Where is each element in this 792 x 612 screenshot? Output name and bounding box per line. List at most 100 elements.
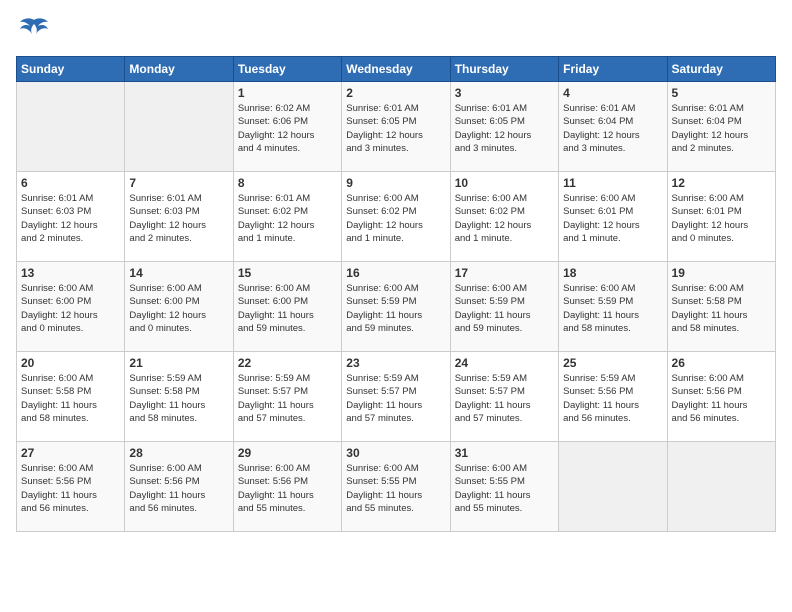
calendar-cell: 9 Sunrise: 6:00 AM Sunset: 6:02 PM Daylig…: [342, 172, 450, 262]
day-number: 2: [346, 86, 445, 100]
calendar-cell: 6 Sunrise: 6:01 AM Sunset: 6:03 PM Daylig…: [17, 172, 125, 262]
cell-content: Sunrise: 6:00 AM Sunset: 6:02 PM Dayligh…: [346, 192, 445, 245]
cell-content: Sunrise: 5:59 AM Sunset: 5:56 PM Dayligh…: [563, 372, 662, 425]
calendar-cell: 15 Sunrise: 6:00 AM Sunset: 6:00 PM Dayli…: [233, 262, 341, 352]
day-number: 20: [21, 356, 120, 370]
calendar-cell: 3 Sunrise: 6:01 AM Sunset: 6:05 PM Daylig…: [450, 82, 558, 172]
day-number: 28: [129, 446, 228, 460]
calendar-cell: 4 Sunrise: 6:01 AM Sunset: 6:04 PM Daylig…: [559, 82, 667, 172]
cell-content: Sunrise: 6:01 AM Sunset: 6:03 PM Dayligh…: [129, 192, 228, 245]
cell-content: Sunrise: 6:01 AM Sunset: 6:04 PM Dayligh…: [672, 102, 771, 155]
calendar-table: SundayMondayTuesdayWednesdayThursdayFrid…: [16, 56, 776, 532]
cell-content: Sunrise: 6:02 AM Sunset: 6:06 PM Dayligh…: [238, 102, 337, 155]
day-number: 15: [238, 266, 337, 280]
cell-content: Sunrise: 6:01 AM Sunset: 6:03 PM Dayligh…: [21, 192, 120, 245]
calendar-cell: [17, 82, 125, 172]
page-header: [16, 16, 776, 44]
col-header-saturday: Saturday: [667, 57, 775, 82]
calendar-cell: 31 Sunrise: 6:00 AM Sunset: 5:55 PM Dayli…: [450, 442, 558, 532]
cell-content: Sunrise: 5:59 AM Sunset: 5:57 PM Dayligh…: [455, 372, 554, 425]
calendar-cell: 27 Sunrise: 6:00 AM Sunset: 5:56 PM Dayli…: [17, 442, 125, 532]
day-number: 19: [672, 266, 771, 280]
calendar-cell: 30 Sunrise: 6:00 AM Sunset: 5:55 PM Dayli…: [342, 442, 450, 532]
calendar-cell: 28 Sunrise: 6:00 AM Sunset: 5:56 PM Dayli…: [125, 442, 233, 532]
day-number: 21: [129, 356, 228, 370]
day-number: 14: [129, 266, 228, 280]
col-header-monday: Monday: [125, 57, 233, 82]
day-number: 3: [455, 86, 554, 100]
calendar-cell: 1 Sunrise: 6:02 AM Sunset: 6:06 PM Daylig…: [233, 82, 341, 172]
day-number: 6: [21, 176, 120, 190]
day-number: 7: [129, 176, 228, 190]
cell-content: Sunrise: 6:00 AM Sunset: 5:58 PM Dayligh…: [672, 282, 771, 335]
cell-content: Sunrise: 6:01 AM Sunset: 6:05 PM Dayligh…: [455, 102, 554, 155]
cell-content: Sunrise: 6:00 AM Sunset: 5:56 PM Dayligh…: [21, 462, 120, 515]
cell-content: Sunrise: 6:00 AM Sunset: 6:01 PM Dayligh…: [672, 192, 771, 245]
cell-content: Sunrise: 6:00 AM Sunset: 5:55 PM Dayligh…: [455, 462, 554, 515]
cell-content: Sunrise: 6:00 AM Sunset: 6:01 PM Dayligh…: [563, 192, 662, 245]
cell-content: Sunrise: 6:00 AM Sunset: 5:59 PM Dayligh…: [346, 282, 445, 335]
calendar-cell: 29 Sunrise: 6:00 AM Sunset: 5:56 PM Dayli…: [233, 442, 341, 532]
cell-content: Sunrise: 6:00 AM Sunset: 5:56 PM Dayligh…: [672, 372, 771, 425]
day-number: 12: [672, 176, 771, 190]
calendar-cell: 21 Sunrise: 5:59 AM Sunset: 5:58 PM Dayli…: [125, 352, 233, 442]
calendar-cell: 18 Sunrise: 6:00 AM Sunset: 5:59 PM Dayli…: [559, 262, 667, 352]
calendar-cell: 26 Sunrise: 6:00 AM Sunset: 5:56 PM Dayli…: [667, 352, 775, 442]
calendar-cell: 10 Sunrise: 6:00 AM Sunset: 6:02 PM Dayli…: [450, 172, 558, 262]
calendar-cell: 8Sunrise: 6:01 AM Sunset: 6:02 PM Daylig…: [233, 172, 341, 262]
calendar-cell: 24Sunrise: 5:59 AM Sunset: 5:57 PM Dayli…: [450, 352, 558, 442]
day-number: 23: [346, 356, 445, 370]
day-number: 30: [346, 446, 445, 460]
logo: [16, 16, 56, 44]
calendar-cell: 5 Sunrise: 6:01 AM Sunset: 6:04 PM Daylig…: [667, 82, 775, 172]
day-number: 9: [346, 176, 445, 190]
cell-content: Sunrise: 5:59 AM Sunset: 5:58 PM Dayligh…: [129, 372, 228, 425]
day-number: 11: [563, 176, 662, 190]
calendar-cell: [559, 442, 667, 532]
day-number: 31: [455, 446, 554, 460]
cell-content: Sunrise: 6:00 AM Sunset: 5:59 PM Dayligh…: [455, 282, 554, 335]
day-number: 17: [455, 266, 554, 280]
cell-content: Sunrise: 6:01 AM Sunset: 6:02 PM Dayligh…: [238, 192, 337, 245]
day-number: 29: [238, 446, 337, 460]
calendar-cell: 11 Sunrise: 6:00 AM Sunset: 6:01 PM Dayli…: [559, 172, 667, 262]
calendar-cell: [125, 82, 233, 172]
calendar-cell: 14 Sunrise: 6:00 AM Sunset: 6:00 PM Dayli…: [125, 262, 233, 352]
day-number: 10: [455, 176, 554, 190]
day-number: 27: [21, 446, 120, 460]
calendar-cell: 20Sunrise: 6:00 AM Sunset: 5:58 PM Dayli…: [17, 352, 125, 442]
day-number: 18: [563, 266, 662, 280]
cell-content: Sunrise: 6:00 AM Sunset: 6:02 PM Dayligh…: [455, 192, 554, 245]
day-number: 5: [672, 86, 771, 100]
cell-content: Sunrise: 6:00 AM Sunset: 6:00 PM Dayligh…: [21, 282, 120, 335]
cell-content: Sunrise: 6:00 AM Sunset: 6:00 PM Dayligh…: [238, 282, 337, 335]
day-number: 13: [21, 266, 120, 280]
col-header-sunday: Sunday: [17, 57, 125, 82]
col-header-tuesday: Tuesday: [233, 57, 341, 82]
calendar-cell: 22 Sunrise: 5:59 AM Sunset: 5:57 PM Dayli…: [233, 352, 341, 442]
logo-icon: [16, 16, 52, 44]
cell-content: Sunrise: 6:00 AM Sunset: 5:56 PM Dayligh…: [238, 462, 337, 515]
col-header-wednesday: Wednesday: [342, 57, 450, 82]
calendar-cell: 13 Sunrise: 6:00 AM Sunset: 6:00 PM Dayli…: [17, 262, 125, 352]
cell-content: Sunrise: 6:01 AM Sunset: 6:04 PM Dayligh…: [563, 102, 662, 155]
cell-content: Sunrise: 6:00 AM Sunset: 5:55 PM Dayligh…: [346, 462, 445, 515]
calendar-cell: 16Sunrise: 6:00 AM Sunset: 5:59 PM Dayli…: [342, 262, 450, 352]
day-number: 25: [563, 356, 662, 370]
calendar-cell: 17 Sunrise: 6:00 AM Sunset: 5:59 PM Dayli…: [450, 262, 558, 352]
calendar-cell: 2 Sunrise: 6:01 AM Sunset: 6:05 PM Daylig…: [342, 82, 450, 172]
day-number: 1: [238, 86, 337, 100]
day-number: 22: [238, 356, 337, 370]
day-number: 4: [563, 86, 662, 100]
calendar-cell: 25 Sunrise: 5:59 AM Sunset: 5:56 PM Dayli…: [559, 352, 667, 442]
cell-content: Sunrise: 6:00 AM Sunset: 6:00 PM Dayligh…: [129, 282, 228, 335]
calendar-cell: 7 Sunrise: 6:01 AM Sunset: 6:03 PM Daylig…: [125, 172, 233, 262]
cell-content: Sunrise: 6:01 AM Sunset: 6:05 PM Dayligh…: [346, 102, 445, 155]
cell-content: Sunrise: 6:00 AM Sunset: 5:56 PM Dayligh…: [129, 462, 228, 515]
calendar-cell: 23Sunrise: 5:59 AM Sunset: 5:57 PM Dayli…: [342, 352, 450, 442]
calendar-cell: 12 Sunrise: 6:00 AM Sunset: 6:01 PM Dayli…: [667, 172, 775, 262]
day-number: 26: [672, 356, 771, 370]
cell-content: Sunrise: 6:00 AM Sunset: 5:59 PM Dayligh…: [563, 282, 662, 335]
cell-content: Sunrise: 5:59 AM Sunset: 5:57 PM Dayligh…: [238, 372, 337, 425]
calendar-cell: 19 Sunrise: 6:00 AM Sunset: 5:58 PM Dayli…: [667, 262, 775, 352]
